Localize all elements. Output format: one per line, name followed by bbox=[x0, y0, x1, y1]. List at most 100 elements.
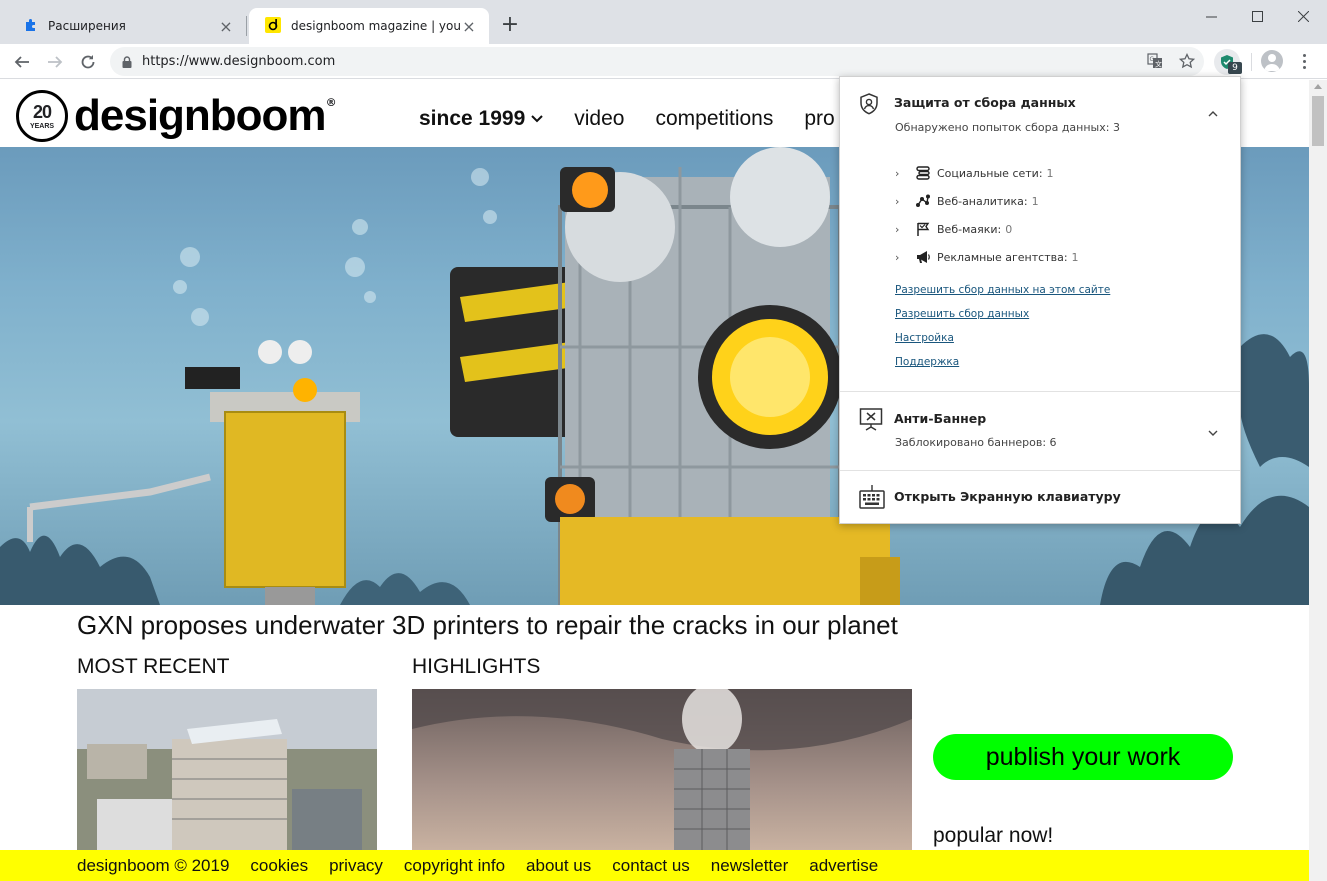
svg-text:G: G bbox=[1150, 56, 1155, 63]
nav-since-1999[interactable]: since 1999 bbox=[419, 107, 543, 131]
category-count: 1 bbox=[1031, 194, 1039, 208]
article-headline[interactable]: GXN proposes underwater 3D printers to r… bbox=[77, 610, 898, 641]
footer-link-cookies[interactable]: cookies bbox=[250, 856, 308, 876]
footer-link-newsletter[interactable]: newsletter bbox=[711, 856, 788, 876]
allow-tracking-on-site-link[interactable]: Разрешить сбор данных на этом сайте bbox=[895, 284, 1110, 296]
footer-link-contact-us[interactable]: contact us bbox=[612, 856, 690, 876]
site-footer: designboom © 2019 cookies privacy copyri… bbox=[0, 850, 1309, 881]
footer-link-copyright-info[interactable]: copyright info bbox=[404, 856, 505, 876]
most-recent-heading: MOST RECENT bbox=[77, 655, 230, 678]
keyboard-icon bbox=[859, 485, 885, 512]
kaspersky-popup: Защита от сбора данных Обнаружено попыто… bbox=[839, 76, 1241, 524]
profile-avatar[interactable] bbox=[1261, 50, 1283, 72]
extension-badge-count: 9 bbox=[1228, 62, 1242, 74]
translate-icon[interactable]: 文G bbox=[1144, 50, 1166, 72]
user-icon bbox=[1264, 54, 1280, 71]
web-beacons-icon bbox=[915, 222, 937, 236]
close-tab-icon[interactable]: × bbox=[218, 17, 234, 36]
expand-arrow-icon: › bbox=[895, 250, 900, 264]
footer-link-advertise[interactable]: advertise bbox=[809, 856, 878, 876]
registered-mark: ® bbox=[325, 96, 337, 109]
tracking-attempts-count: Обнаружено попыток сбора данных: 3 bbox=[895, 121, 1120, 134]
browser-toolbar: https://www.designboom.com 文G 9 bbox=[0, 44, 1327, 79]
collapse-chevron-icon[interactable] bbox=[1208, 107, 1218, 120]
publish-your-work-button[interactable]: publish your work bbox=[933, 734, 1233, 780]
category-label: Веб-маяки: bbox=[937, 222, 1002, 236]
category-count: 0 bbox=[1005, 222, 1013, 236]
lock-icon bbox=[122, 55, 132, 68]
nav-pro[interactable]: pro bbox=[804, 107, 834, 131]
footer-copyright: designboom © 2019 bbox=[77, 855, 230, 875]
category-web-beacons[interactable]: › Веб-маяки: 0 bbox=[895, 222, 1012, 236]
highlights-thumbnail[interactable] bbox=[412, 689, 912, 850]
designboom-favicon-icon bbox=[265, 16, 281, 36]
support-link[interactable]: Поддержка bbox=[895, 356, 959, 368]
logo-wordmark: designboom bbox=[74, 91, 327, 140]
close-window-button[interactable] bbox=[1280, 0, 1326, 32]
arrow-right-icon bbox=[48, 56, 63, 68]
footer-link-privacy[interactable]: privacy bbox=[329, 856, 383, 876]
scroll-up-arrow-icon[interactable] bbox=[1314, 84, 1322, 89]
designboom-logo[interactable]: 20 YEARS designboom ® bbox=[16, 90, 337, 142]
expand-arrow-icon: › bbox=[895, 222, 900, 236]
anti-banner-icon bbox=[859, 407, 883, 434]
new-tab-button[interactable]: + bbox=[498, 12, 522, 40]
footer-link-about-us[interactable]: about us bbox=[526, 856, 591, 876]
settings-link[interactable]: Настройка bbox=[895, 332, 954, 344]
tab-strip: Расширения × designboom magazine | your … bbox=[0, 0, 1327, 44]
expand-chevron-icon[interactable] bbox=[1208, 427, 1218, 440]
tab-separator bbox=[246, 16, 247, 36]
maximize-button[interactable] bbox=[1234, 0, 1280, 32]
close-tab-icon[interactable]: × bbox=[461, 17, 477, 36]
nav-label: since 1999 bbox=[419, 107, 526, 130]
years-number: 20 bbox=[32, 102, 52, 122]
category-count: 1 bbox=[1071, 250, 1079, 264]
years-label: YEARS bbox=[29, 123, 55, 130]
highlights-heading: HIGHLIGHTS bbox=[412, 655, 541, 678]
page-scrollbar[interactable] bbox=[1309, 80, 1327, 881]
ad-agencies-icon bbox=[915, 250, 937, 264]
open-virtual-keyboard-button[interactable]: Открыть Экранную клавиатуру bbox=[840, 471, 1240, 523]
tab-title: designboom magazine | your firs bbox=[291, 19, 461, 33]
tab-designboom[interactable]: designboom magazine | your firs × bbox=[249, 8, 489, 44]
minimize-button[interactable] bbox=[1188, 0, 1234, 32]
tab-extensions[interactable]: Расширения × bbox=[8, 8, 246, 44]
category-label: Социальные сети: bbox=[937, 166, 1043, 180]
nav-video[interactable]: video bbox=[574, 107, 624, 131]
category-label: Рекламные агентства: bbox=[937, 250, 1068, 264]
reload-button[interactable] bbox=[74, 48, 102, 76]
chevron-down-icon bbox=[531, 115, 543, 123]
privacy-shield-icon bbox=[859, 93, 879, 118]
reload-icon bbox=[81, 55, 95, 69]
virtual-keyboard-label: Открыть Экранную клавиатуру bbox=[894, 489, 1121, 504]
tracking-protection-title: Защита от сбора данных bbox=[894, 95, 1076, 110]
bookmark-star-icon[interactable] bbox=[1176, 50, 1198, 72]
blocked-banners-count: Заблокировано баннеров: 6 bbox=[895, 436, 1057, 449]
puzzle-icon bbox=[24, 18, 38, 35]
expand-arrow-icon: › bbox=[895, 194, 900, 208]
browser-menu-button[interactable] bbox=[1296, 50, 1312, 72]
allow-tracking-link[interactable]: Разрешить сбор данных bbox=[895, 308, 1029, 320]
arrow-left-icon bbox=[14, 56, 29, 68]
back-button[interactable] bbox=[8, 48, 36, 76]
category-label: Веб-аналитика: bbox=[937, 194, 1028, 208]
popup-divider bbox=[840, 391, 1240, 392]
url-text: https://www.designboom.com bbox=[142, 54, 336, 69]
category-web-analytics[interactable]: › Веб-аналитика: 1 bbox=[895, 194, 1039, 208]
anti-banner-title: Анти-Баннер bbox=[894, 411, 987, 426]
svg-text:文: 文 bbox=[1155, 60, 1162, 69]
category-ad-agencies[interactable]: › Рекламные агентства: 1 bbox=[895, 250, 1079, 264]
address-bar[interactable]: https://www.designboom.com bbox=[110, 47, 1204, 76]
category-count: 1 bbox=[1046, 166, 1054, 180]
category-social-networks[interactable]: › Социальные сети: 1 bbox=[895, 166, 1054, 180]
social-networks-icon bbox=[915, 166, 937, 180]
toolbar-separator bbox=[1251, 53, 1252, 71]
20-years-badge: 20 YEARS bbox=[16, 90, 68, 142]
popular-now-heading: popular now! bbox=[933, 824, 1054, 847]
web-analytics-icon bbox=[915, 194, 937, 208]
nav-competitions[interactable]: competitions bbox=[655, 107, 773, 131]
most-recent-thumbnail[interactable] bbox=[77, 689, 377, 850]
scrollbar-thumb[interactable] bbox=[1312, 96, 1324, 146]
forward-button[interactable] bbox=[41, 48, 69, 76]
expand-arrow-icon: › bbox=[895, 166, 900, 180]
